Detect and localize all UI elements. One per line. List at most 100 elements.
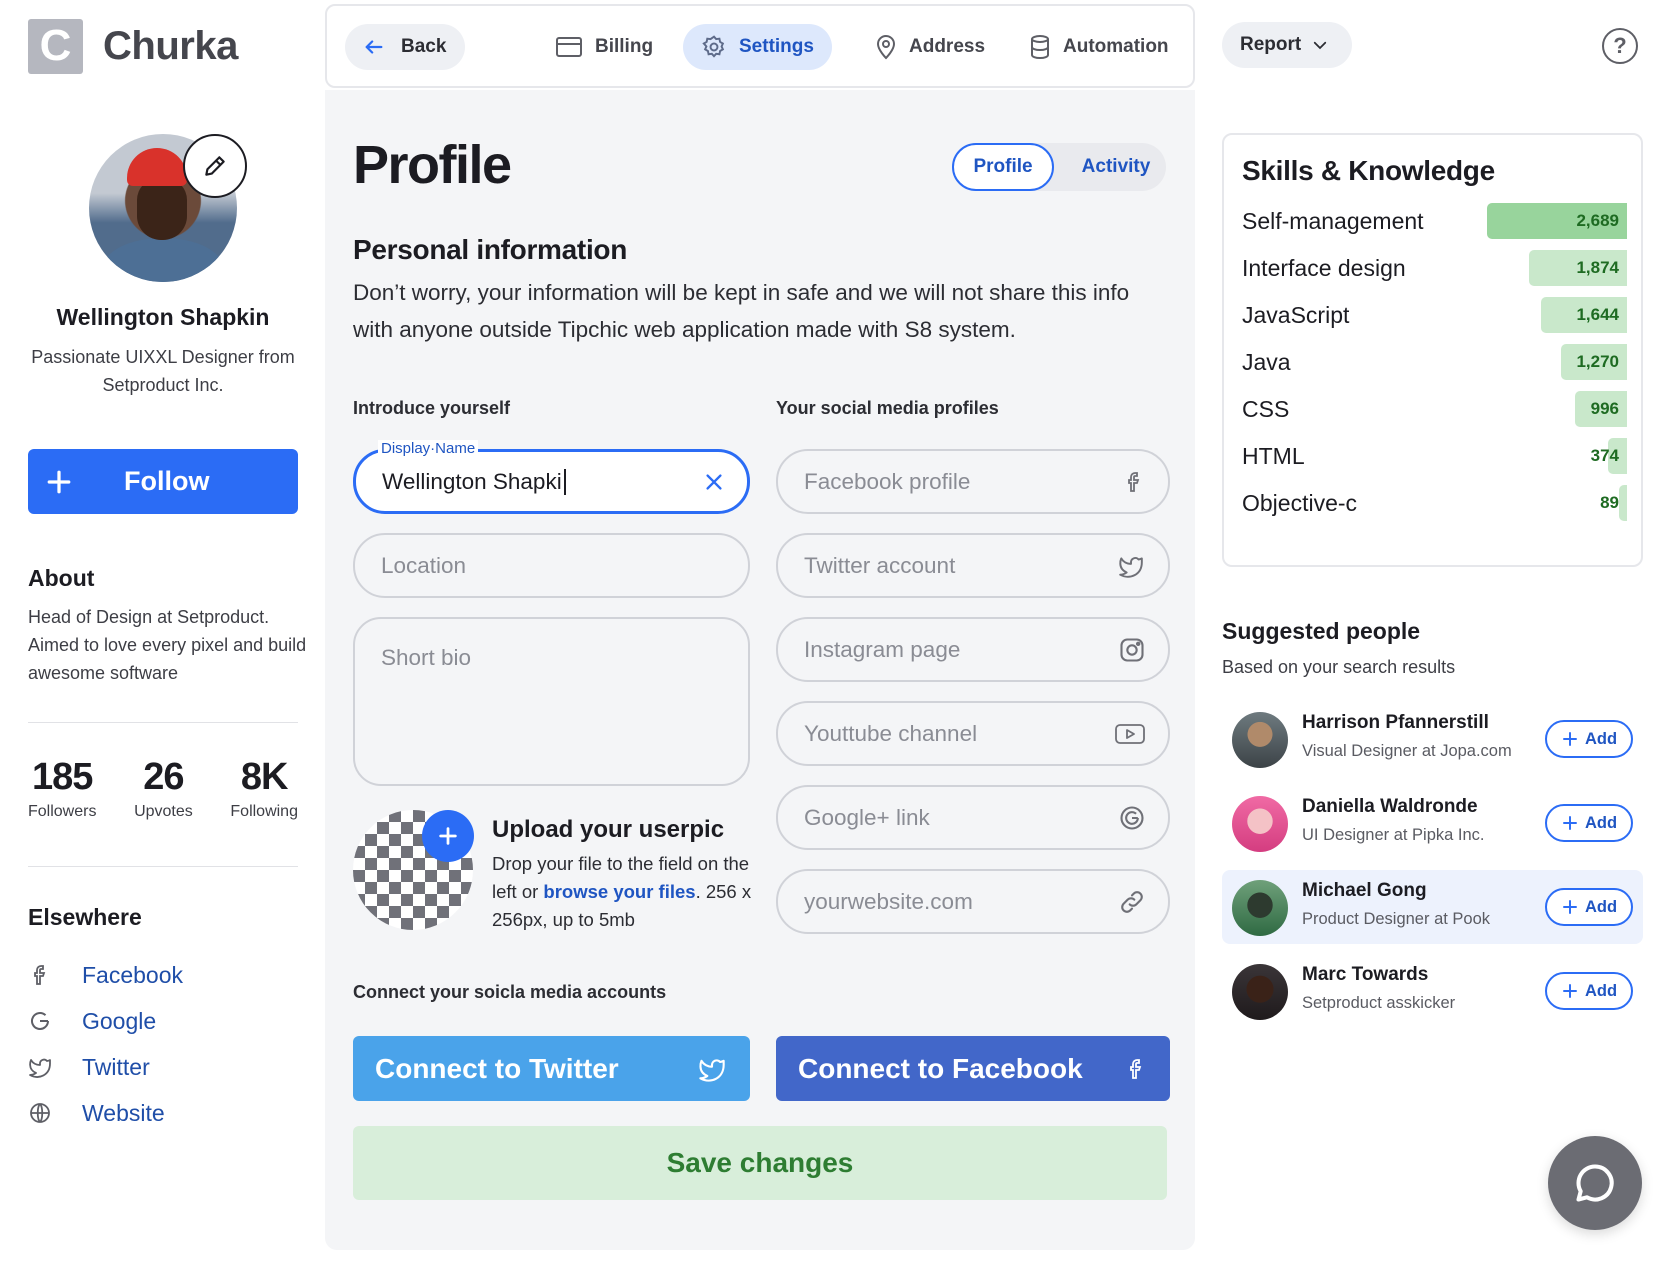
- person-role: Setproduct asskicker: [1302, 994, 1456, 1012]
- location-placeholder: Location: [381, 552, 467, 578]
- display-name-field[interactable]: Display·Name Wellington Shapki: [353, 440, 750, 514]
- text-cursor: [563, 468, 566, 495]
- instagram-icon: [1118, 636, 1146, 664]
- segment-activity[interactable]: Activity: [1070, 143, 1162, 191]
- suggested-person: Marc Towards Setproduct asskicker Add: [1222, 954, 1643, 1028]
- upload-button[interactable]: [422, 810, 474, 862]
- stat-followers[interactable]: 185 Followers: [28, 756, 96, 821]
- add-person-button[interactable]: Add: [1545, 720, 1633, 758]
- elsewhere-link-google[interactable]: Google: [28, 998, 183, 1044]
- tab-billing[interactable]: Billing: [537, 24, 671, 70]
- skill-bar: [1619, 485, 1627, 521]
- stat-upvotes[interactable]: 26 Upvotes: [134, 756, 193, 821]
- help-icon[interactable]: ?: [1602, 28, 1638, 64]
- stat-following[interactable]: 8K Following: [230, 756, 298, 821]
- person-name[interactable]: Harrison Pfannerstill: [1302, 712, 1489, 734]
- tab-label: Address: [909, 36, 986, 57]
- location-pin-icon: [875, 34, 897, 60]
- display-name-label: Display·Name: [378, 440, 479, 457]
- skill-row: CSS 996: [1242, 389, 1627, 429]
- short-bio-textarea[interactable]: Short bio: [353, 617, 750, 786]
- suggested-title: Suggested people: [1222, 618, 1421, 644]
- connect-title: Connect your soicla media accounts: [353, 982, 667, 1002]
- brand-name: Churka: [103, 23, 238, 68]
- instagram-page-input[interactable]: Instagram page: [776, 617, 1170, 682]
- report-dropdown[interactable]: Report: [1222, 22, 1352, 68]
- avatar[interactable]: [1232, 964, 1288, 1020]
- location-input[interactable]: Location: [353, 533, 750, 598]
- skill-row: Self-management 2,689: [1242, 201, 1627, 241]
- elsewhere-link-website[interactable]: Website: [28, 1090, 183, 1136]
- field-placeholder: yourwebsite.com: [804, 888, 973, 914]
- profile-activity-toggle: Profile Activity: [952, 143, 1166, 191]
- connect-twitter-button[interactable]: Connect to Twitter: [353, 1036, 750, 1101]
- google-plus-input[interactable]: Google+ link: [776, 785, 1170, 850]
- facebook-icon: [1124, 1054, 1148, 1084]
- introduce-title: Introduce yourself: [353, 398, 511, 418]
- tab-settings[interactable]: Settings: [683, 24, 832, 70]
- elsewhere-list: Facebook Google Twitter Website: [28, 952, 183, 1136]
- youtube-channel-input[interactable]: Youttube channel: [776, 701, 1170, 766]
- skill-name: CSS: [1242, 395, 1290, 422]
- person-name[interactable]: Marc Towards: [1302, 964, 1428, 986]
- back-button[interactable]: Back: [345, 24, 465, 70]
- tab-address[interactable]: Address: [857, 24, 1003, 70]
- tab-automation[interactable]: Automation: [1011, 24, 1187, 70]
- personal-info-text: Don’t worry, your information will be ke…: [353, 280, 1130, 342]
- elsewhere-link-twitter[interactable]: Twitter: [28, 1044, 183, 1090]
- add-person-button[interactable]: Add: [1545, 888, 1633, 926]
- google-icon: [28, 1009, 82, 1033]
- avatar[interactable]: [1232, 796, 1288, 852]
- browse-files-link[interactable]: browse your files: [543, 881, 695, 902]
- segment-profile[interactable]: Profile: [952, 143, 1054, 191]
- skill-value: 1,874: [1576, 258, 1619, 277]
- field-placeholder: Instagram page: [804, 636, 961, 662]
- connect-facebook-button[interactable]: Connect to Facebook: [776, 1036, 1170, 1101]
- youtube-icon: [1114, 721, 1146, 747]
- stat-label: Upvotes: [134, 803, 193, 820]
- person-name[interactable]: Michael Gong: [1302, 880, 1427, 902]
- credit-card-icon: [555, 36, 583, 58]
- skill-row: Objective-c 89: [1242, 483, 1627, 523]
- suggested-person: Michael Gong Product Designer at Pook Ad…: [1222, 870, 1643, 944]
- plus-icon: [28, 469, 90, 495]
- skill-value: 2,689: [1576, 211, 1619, 230]
- stat-value: 8K: [240, 756, 289, 798]
- follow-button[interactable]: Follow: [28, 449, 298, 514]
- chat-button[interactable]: [1548, 1136, 1642, 1230]
- brand-logo[interactable]: C Churka: [28, 18, 238, 74]
- pencil-icon: [202, 153, 228, 179]
- stat-label: Following: [230, 803, 298, 820]
- edit-avatar-button[interactable]: [183, 134, 247, 198]
- plus-icon: [1561, 730, 1579, 748]
- skills-card: Skills & Knowledge Self-management 2,689 I…: [1222, 133, 1643, 567]
- upload-title: Upload your userpic: [492, 816, 725, 843]
- skill-row: Interface design 1,874: [1242, 248, 1627, 288]
- facebook-profile-input[interactable]: Facebook profile: [776, 449, 1170, 514]
- divider: [28, 866, 298, 867]
- twitter-account-input[interactable]: Twitter account: [776, 533, 1170, 598]
- add-person-button[interactable]: Add: [1545, 804, 1633, 842]
- save-changes-button[interactable]: Save changes: [353, 1126, 1167, 1200]
- avatar[interactable]: [1232, 880, 1288, 936]
- user-name: Wellington Shapkin: [56, 304, 270, 330]
- avatar[interactable]: [1232, 712, 1288, 768]
- skill-name: JavaScript: [1242, 301, 1350, 328]
- tab-label: Automation: [1063, 36, 1169, 57]
- connect-facebook-label: Connect to Facebook: [798, 1052, 1083, 1084]
- clear-icon[interactable]: [703, 471, 725, 493]
- skill-value: 374: [1590, 446, 1619, 465]
- elsewhere-label: Website: [82, 1099, 165, 1126]
- report-label: Report: [1240, 34, 1302, 55]
- chat-bubble-icon: [1573, 1161, 1617, 1205]
- google-icon: [1118, 804, 1146, 832]
- facebook-icon: [28, 963, 82, 987]
- add-person-button[interactable]: Add: [1545, 972, 1633, 1010]
- bio-placeholder: Short bio: [381, 645, 472, 670]
- person-name[interactable]: Daniella Waldronde: [1302, 796, 1478, 818]
- field-placeholder: Google+ link: [804, 804, 930, 830]
- website-input[interactable]: yourwebsite.com: [776, 869, 1170, 934]
- elsewhere-label: Google: [82, 1007, 157, 1034]
- page-title: Profile: [353, 135, 512, 195]
- elsewhere-link-facebook[interactable]: Facebook: [28, 952, 183, 998]
